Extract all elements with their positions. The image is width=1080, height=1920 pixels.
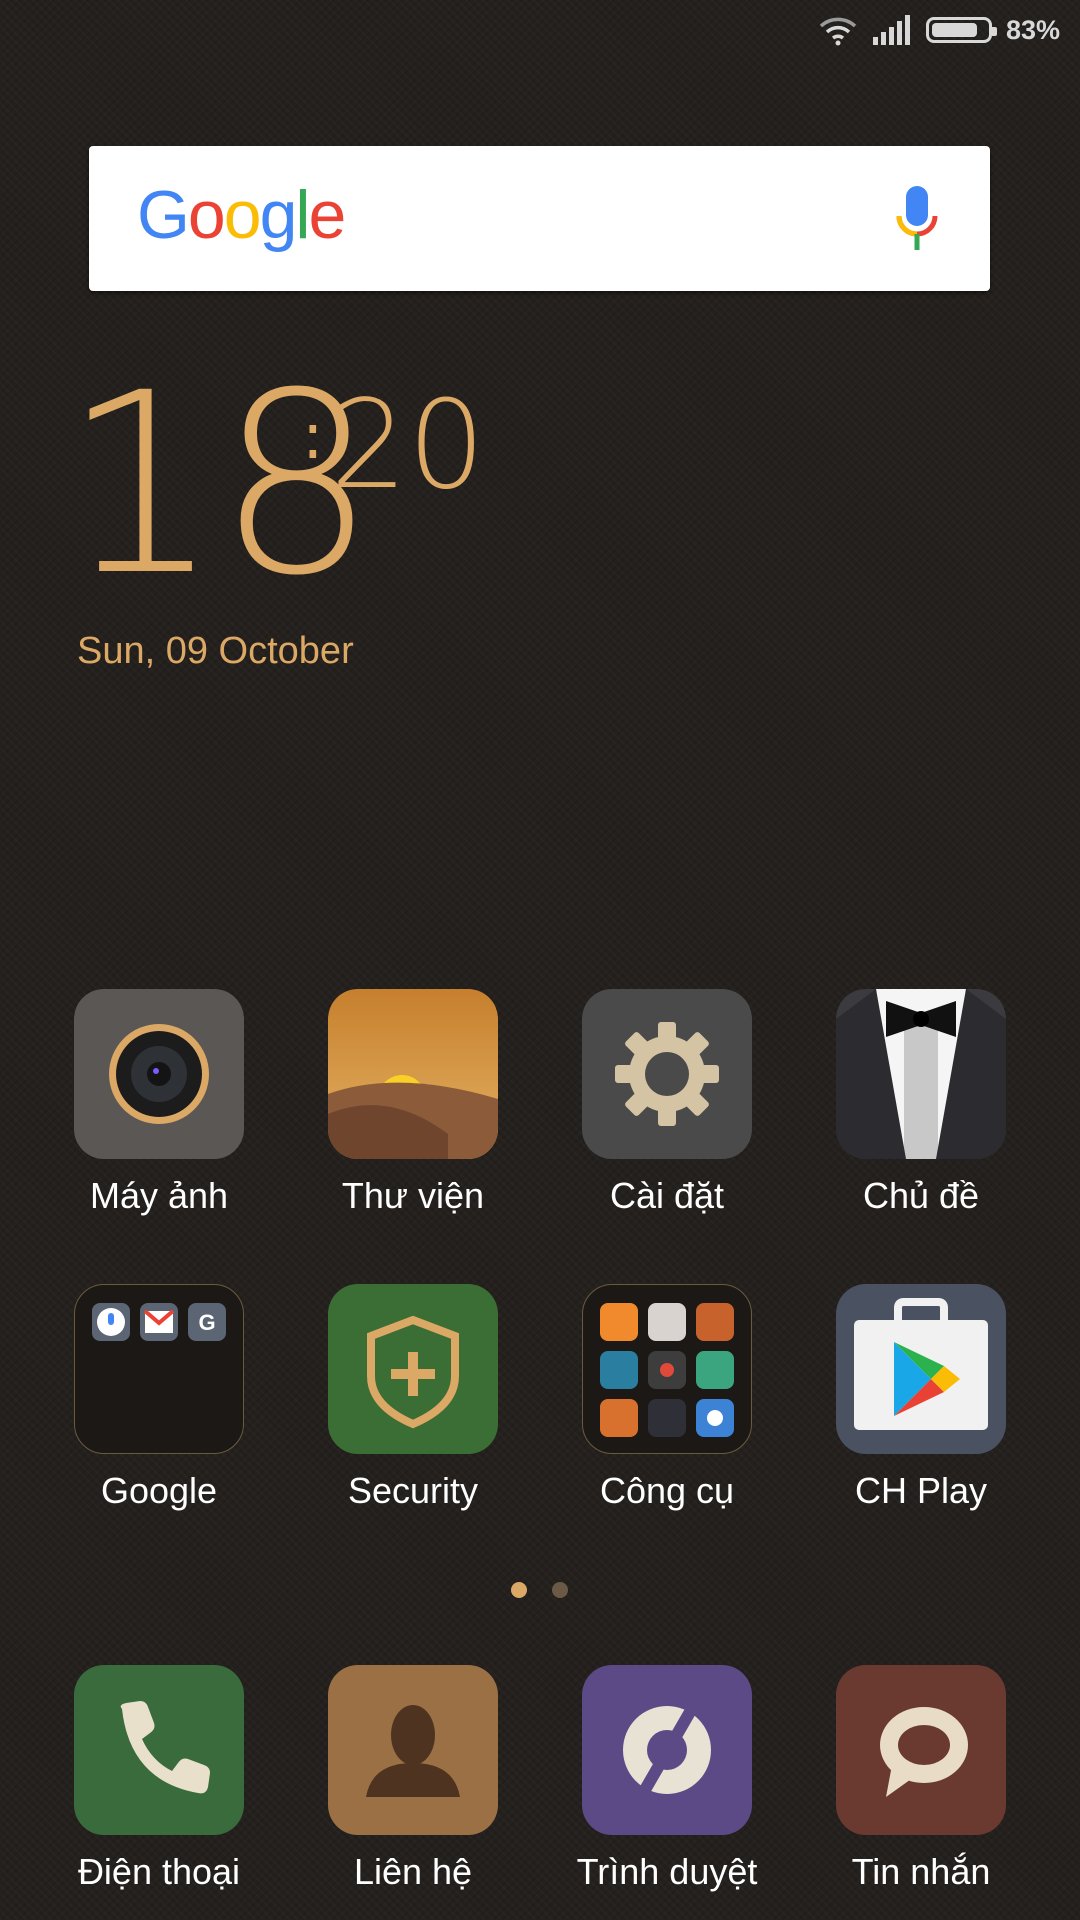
clock-hour[interactable]: 18 — [62, 360, 376, 610]
battery-icon — [925, 17, 997, 43]
gallery-icon — [328, 989, 498, 1159]
phone-icon — [74, 1665, 244, 1835]
google-logo-letter: o — [187, 177, 226, 253]
app-label: CH Play — [854, 1470, 988, 1511]
dock-phone[interactable]: Điện thoại — [32, 1665, 286, 1893]
app-security[interactable]: Security — [286, 1284, 540, 1512]
microphone-icon[interactable] — [894, 186, 940, 254]
browser-icon — [582, 1665, 752, 1835]
app-gallery[interactable]: Thư viện — [286, 989, 540, 1217]
battery-level-fill — [931, 23, 977, 37]
app-label: Tin nhắn — [851, 1851, 991, 1892]
folder-google[interactable]: G Google — [32, 1284, 286, 1512]
folder-tools[interactable]: Công cụ — [540, 1284, 794, 1512]
clock-colon: : — [302, 400, 324, 474]
google-logo-letter: o — [223, 177, 262, 253]
google-folder-icon: G — [74, 1284, 244, 1454]
tools-folder-icon — [582, 1284, 752, 1454]
google-search-bar[interactable]: Google — [89, 146, 990, 291]
wifi-icon — [819, 17, 857, 46]
security-shield-icon — [328, 1284, 498, 1454]
app-label: Google — [100, 1470, 218, 1511]
google-logo-letter: e — [308, 177, 347, 253]
google-logo: Google — [137, 176, 347, 254]
app-settings[interactable]: Cài đặt — [540, 989, 794, 1217]
clock-minute[interactable]: 20 — [330, 384, 485, 506]
settings-gear-icon — [582, 989, 752, 1159]
clock-date[interactable]: Sun, 09 October — [77, 630, 354, 673]
app-label: Chủ đề — [862, 1175, 980, 1216]
app-label: Công cụ — [599, 1470, 735, 1511]
google-logo-letter: G — [137, 177, 190, 253]
camera-icon — [74, 989, 244, 1159]
dock-messages[interactable]: Tin nhắn — [794, 1665, 1048, 1893]
page-indicator-dot-2[interactable] — [552, 1582, 568, 1598]
google-logo-letter: g — [259, 177, 298, 253]
app-label: Trình duyệt — [576, 1851, 758, 1892]
messages-icon — [836, 1665, 1006, 1835]
play-store-icon — [836, 1284, 1006, 1454]
dock-contacts[interactable]: Liên hệ — [286, 1665, 540, 1893]
app-themes[interactable]: Chủ đề — [794, 989, 1048, 1217]
app-label: Cài đặt — [609, 1175, 725, 1216]
app-play-store[interactable]: CH Play — [794, 1284, 1048, 1512]
page-indicator-dot-1[interactable] — [511, 1582, 527, 1598]
google-logo-letter: l — [295, 177, 310, 253]
cellular-signal-icon — [872, 15, 910, 45]
dock-browser[interactable]: Trình duyệt — [540, 1665, 794, 1893]
app-label: Điện thoại — [77, 1851, 241, 1892]
app-label: Thư viện — [341, 1175, 485, 1216]
svg-text:G: G — [198, 1310, 215, 1335]
themes-tuxedo-icon — [836, 989, 1006, 1159]
app-label: Máy ảnh — [89, 1175, 229, 1216]
contacts-icon — [328, 1665, 498, 1835]
app-camera[interactable]: Máy ảnh — [32, 989, 286, 1217]
status-bar: 83% — [818, 12, 1060, 48]
app-label: Liên hệ — [353, 1851, 473, 1892]
app-label: Security — [347, 1470, 479, 1511]
battery-percentage: 83% — [1005, 14, 1060, 45]
